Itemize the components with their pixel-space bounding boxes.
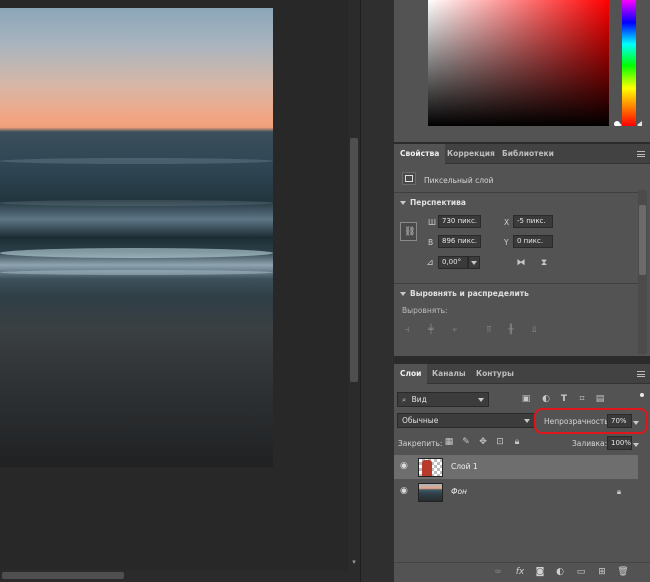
x-label: X [504,218,510,227]
collapse-perspective-icon[interactable] [400,201,406,205]
align-left-edges-icon[interactable]: ⫞ [402,325,412,335]
chevron-down-icon [478,398,484,402]
pixel-layer-icon [402,172,416,185]
eye-icon[interactable]: ◉ [400,462,410,471]
lock-all-icon[interactable]: 🔒︎ [512,437,522,447]
link-icon: ⛓ [404,227,416,237]
adjustment-layer-icon[interactable]: ◐ [554,567,566,577]
lock-image-pixels-icon[interactable]: ✎ [461,437,471,447]
blend-mode-dropdown[interactable]: Обычные [397,413,535,428]
layer-thumbnail [418,483,443,502]
tab-libraries[interactable]: Библиотеки [496,144,560,164]
height-field[interactable]: 896 пикс. [438,235,481,248]
new-group-icon[interactable]: ▭ [575,567,587,577]
canvas-vertical-scroll-thumb[interactable] [350,138,358,382]
filter-type-layers-icon[interactable]: T [558,394,570,404]
lock-transparent-pixels-icon[interactable]: ▦ [444,437,454,447]
width-label: Ш [428,218,437,227]
chevron-down-icon [471,261,477,265]
align-label: Выровнять: [402,306,448,315]
panel-divider [394,356,650,364]
wave-decoration [0,200,273,206]
lock-position-icon[interactable]: ✥ [478,437,488,447]
align-top-edges-icon[interactable]: ⫪ [484,325,494,335]
chevron-down-icon [524,419,530,423]
prevent-autonest-icon[interactable]: ⊡ [495,437,505,447]
color-panel-footer [394,126,650,142]
filter-adjustment-layers-icon[interactable]: ◐ [540,394,552,404]
properties-tabbar: Свойства Коррекция Библиотеки [394,144,650,164]
search-icon: ⌕ [402,395,407,404]
filter-smart-objects-icon[interactable]: ▤ [594,394,606,404]
panel-menu-icon[interactable] [637,151,645,157]
portrait-figure [422,460,432,476]
align-right-edges-icon[interactable]: ⫟ [450,325,460,335]
layer-row-layer1[interactable]: ◉ Слой 1 [394,455,638,479]
filter-pixel-layers-icon[interactable]: ▣ [520,394,532,404]
align-horizontal-centers-icon[interactable]: ╪ [426,325,436,335]
layer-type-label: Пиксельный слой [424,176,494,185]
filter-shape-layers-icon[interactable]: ⌗ [576,394,588,404]
flip-horizontal-icon[interactable]: ⧓ [515,258,527,268]
tab-properties[interactable]: Свойства [394,144,446,164]
layer-name[interactable]: Фон [451,487,467,496]
new-layer-icon[interactable]: ⊞ [596,567,608,577]
divider [394,192,638,193]
height-label: В [428,238,434,247]
layer-name[interactable]: Слой 1 [451,462,478,471]
fill-field[interactable]: 100% [607,436,632,450]
layers-tabbar: Слои Каналы Контуры [394,364,650,384]
panel-dock-strip [360,0,394,582]
fx-icon[interactable]: fx [514,567,526,577]
angle-icon: ⊿ [426,258,434,268]
properties-scroll-thumb[interactable] [639,205,646,275]
panel-menu-icon[interactable] [637,371,645,377]
layer-filter-dropdown[interactable]: ⌕ Вид [397,392,489,407]
scroll-down-icon[interactable]: ▾ [350,558,358,566]
tab-paths[interactable]: Контуры [470,364,520,384]
lock-icon: 🔒︎ [616,487,622,496]
tab-layers[interactable]: Слои [394,364,428,384]
fill-label: Заливка: [572,439,608,448]
align-bottom-edges-icon[interactable]: ⫫ [529,325,539,335]
wave-decoration [0,270,273,275]
flip-vertical-icon[interactable]: ⧗ [538,258,550,268]
fill-dropdown-arrow[interactable] [633,440,639,449]
add-mask-icon[interactable]: ◙ [534,567,546,577]
blend-mode-value: Обычные [402,416,439,425]
perspective-section-title: Перспектива [410,198,466,207]
image-icon [405,175,413,182]
divider [394,283,638,284]
layer-row-background[interactable]: ◉ Фон 🔒︎ [394,480,638,504]
hue-slider[interactable] [622,0,636,126]
width-field[interactable]: 730 пикс. [438,215,481,228]
color-saturation-field[interactable] [428,0,609,126]
align-vertical-centers-icon[interactable]: ╫ [506,325,516,335]
filter-toggle-icon[interactable] [640,393,644,397]
angle-field[interactable]: 0,00° [438,256,468,269]
y-field[interactable]: 0 пикс. [513,235,553,248]
lock-label: Закрепить: [398,439,443,448]
wave-decoration [0,158,273,164]
link-layers-icon[interactable]: ∞ [492,567,504,577]
angle-dropdown[interactable] [468,256,480,269]
link-dimensions-button[interactable]: ⛓ [400,222,417,241]
sunset-sea-photo[interactable] [0,8,273,467]
y-label: Y [504,238,509,247]
wave-decoration [0,248,273,258]
x-field[interactable]: -5 пикс. [513,215,553,228]
layers-bottom-toolbar: ∞ fx ◙ ◐ ▭ ⊞ 🗑︎ [394,562,650,582]
opacity-highlight-annotation [534,408,648,434]
align-section-title: Выровнять и распределить [410,289,529,298]
eye-icon[interactable]: ◉ [400,487,410,496]
tab-channels[interactable]: Каналы [426,364,472,384]
layer-filter-value: Вид [411,395,427,404]
layer-thumbnail [418,458,443,477]
trash-icon[interactable]: 🗑︎ [617,567,629,577]
tab-adjustments[interactable]: Коррекция [441,144,501,164]
canvas-horizontal-scroll-thumb[interactable] [2,572,124,579]
chevron-down-icon [633,443,639,447]
collapse-align-icon[interactable] [400,292,406,296]
